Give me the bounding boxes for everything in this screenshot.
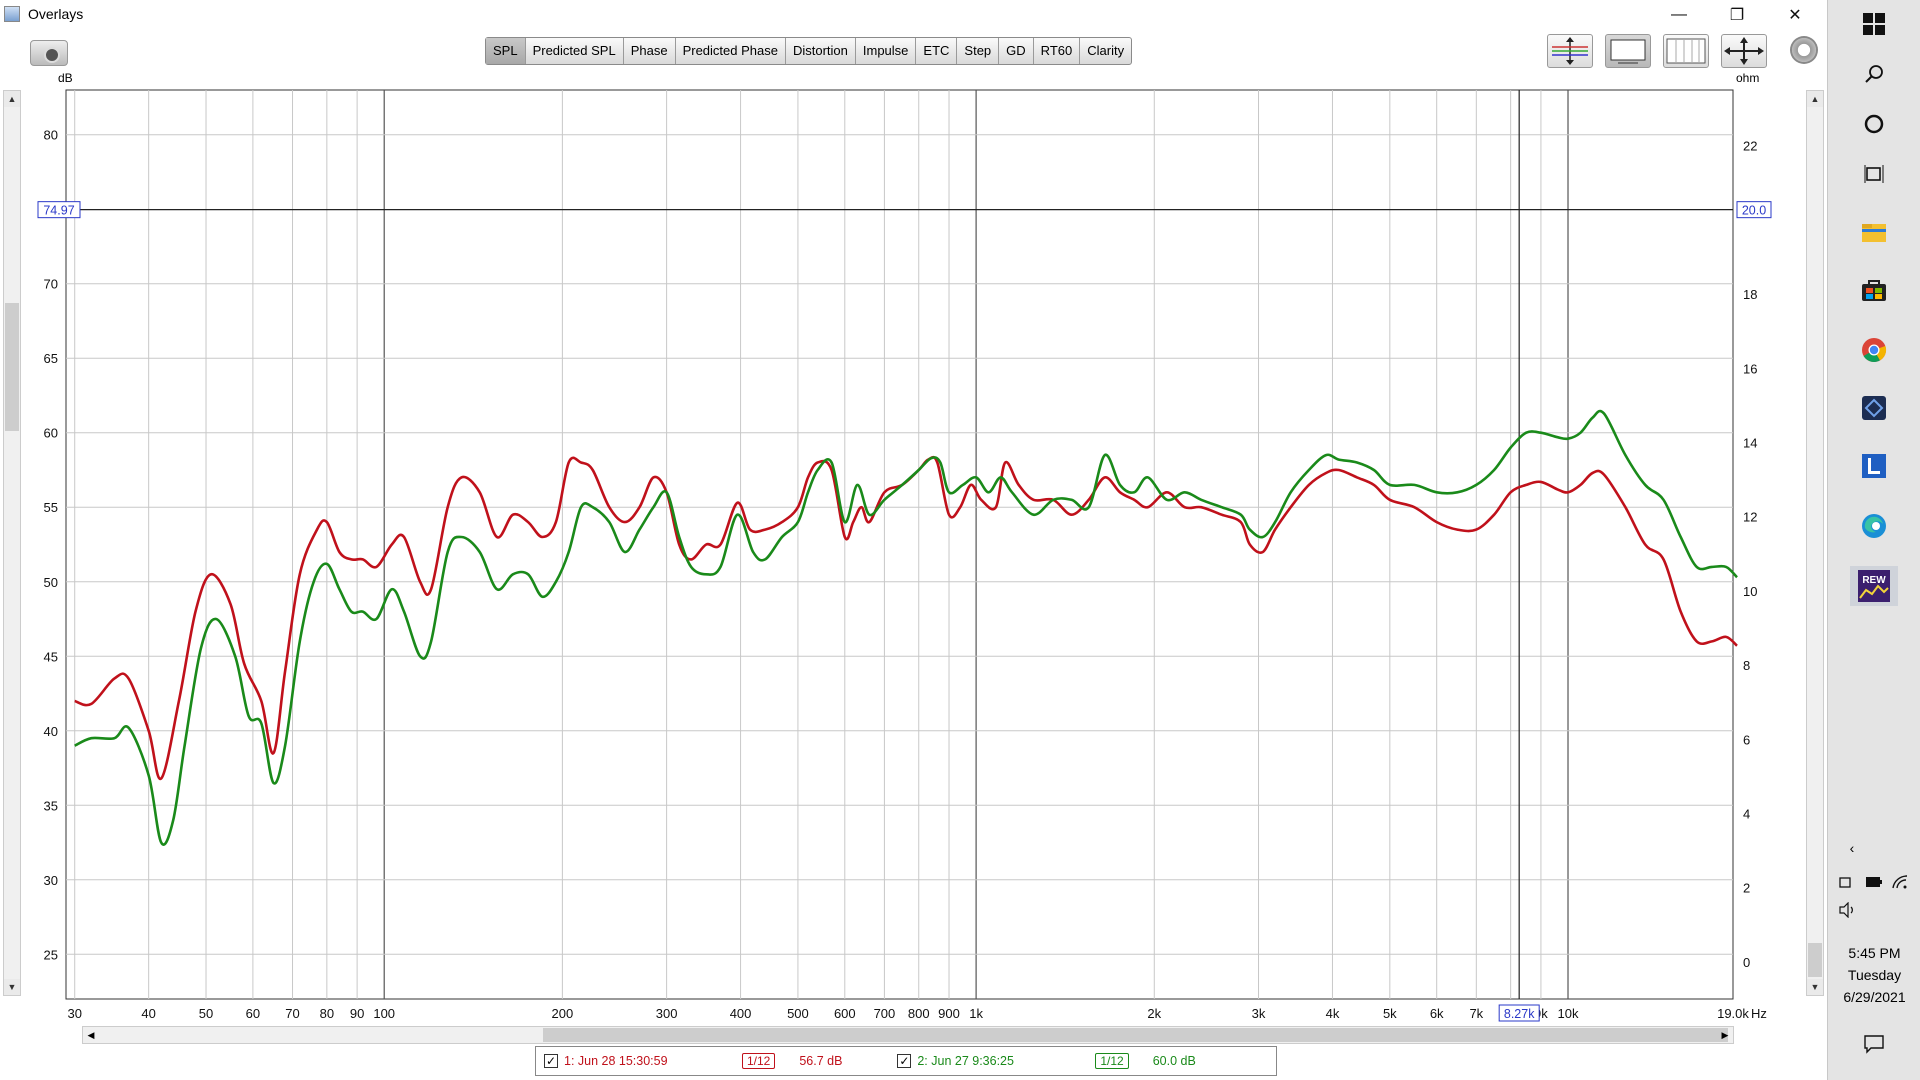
edge-icon[interactable]	[1858, 510, 1890, 542]
y-tick-label: 55	[44, 500, 58, 515]
trace-1-smoothing[interactable]: 1/12	[742, 1053, 776, 1069]
x-tick-label: 19.0k	[1717, 1006, 1749, 1021]
volume-icon[interactable]	[1836, 900, 1860, 920]
overlay-legend: ✓ 1: Jun 28 15:30:59 1/12 56.7 dB ✓ 2: J…	[535, 1046, 1277, 1076]
cortana-icon[interactable]	[1858, 108, 1890, 140]
task-view-icon[interactable]	[1858, 158, 1890, 190]
x-tick-label: 3k	[1252, 1006, 1266, 1021]
y2-tick-label: 4	[1743, 806, 1750, 821]
trace-1-checkbox[interactable]: ✓	[544, 1054, 558, 1068]
y2-tick-label: 10	[1743, 584, 1757, 599]
editor-icon[interactable]	[1858, 450, 1890, 482]
y-tick-label: 50	[44, 575, 58, 590]
y2-tick-label: 12	[1743, 510, 1757, 525]
cursor-freq-label: 8.27k	[1504, 1007, 1535, 1021]
cursor-level-label: 74.97	[43, 204, 74, 218]
search-icon[interactable]	[1858, 58, 1890, 90]
x-tick-label: 40	[141, 1006, 155, 1021]
chevron-left-icon[interactable]: ‹	[1842, 838, 1862, 858]
notification-icon[interactable]	[1858, 1028, 1890, 1060]
x-tick-label: 10k	[1558, 1006, 1579, 1021]
x-tick-label: 700	[874, 1006, 896, 1021]
x-tick-label: 80	[320, 1006, 334, 1021]
y-tick-label: 45	[44, 649, 58, 664]
x-tick-label: 500	[787, 1006, 809, 1021]
y2-tick-label: 22	[1743, 139, 1757, 154]
file-explorer-icon[interactable]	[1858, 216, 1890, 248]
scroll-thumb[interactable]	[543, 1028, 1728, 1042]
meet-now-icon[interactable]	[1836, 872, 1856, 892]
chrome-icon[interactable]	[1858, 334, 1890, 366]
clock-day: Tuesday	[1847, 967, 1902, 983]
x-tick-label: 300	[656, 1006, 678, 1021]
x-tick-label: 900	[938, 1006, 960, 1021]
x-tick-label: 1k	[969, 1006, 983, 1021]
y-tick-label: 60	[44, 426, 58, 441]
trace-2-checkbox[interactable]: ✓	[897, 1054, 912, 1068]
scroll-right-arrow[interactable]: ▶	[1717, 1027, 1733, 1043]
y-tick-label: 40	[44, 724, 58, 739]
battery-icon[interactable]	[1864, 872, 1884, 892]
taskbar: REW ‹ 5:45 PM Tuesday 6/29/2021	[1827, 0, 1920, 1080]
taskbar-clock[interactable]: 5:45 PM Tuesday 6/29/2021	[1828, 942, 1920, 1008]
store-icon[interactable]	[1858, 274, 1890, 306]
y2-tick-label: 16	[1743, 361, 1757, 376]
cursor-ohm-label: 20.0	[1742, 204, 1766, 218]
horizontal-scrollbar[interactable]: ◀ ▶	[82, 1026, 1734, 1044]
y-tick-label: 35	[44, 798, 58, 813]
trace-1-value: 56.7 dB	[799, 1054, 843, 1068]
x-tick-label: 60	[246, 1006, 260, 1021]
scroll-left-arrow[interactable]: ◀	[83, 1027, 99, 1043]
clock-time: 5:45 PM	[1848, 945, 1901, 961]
y2-tick-label: 8	[1743, 658, 1750, 673]
x-tick-label: 100	[373, 1006, 395, 1021]
wifi-icon[interactable]	[1890, 872, 1910, 892]
y2-tick-label: 0	[1743, 955, 1750, 970]
x-tick-label: 5k	[1383, 1006, 1397, 1021]
y2-tick-label: 6	[1743, 732, 1750, 747]
clock-date: 6/29/2021	[1843, 989, 1906, 1005]
y2-tick-label: 18	[1743, 287, 1757, 302]
x-tick-label: 600	[834, 1006, 856, 1021]
rew-icon[interactable]: REW	[1850, 566, 1898, 606]
x-tick-label: 400	[730, 1006, 752, 1021]
y-tick-label: 80	[44, 128, 58, 143]
x-tick-label: 50	[199, 1006, 213, 1021]
trace-2-name: 2: Jun 27 9:36:25	[917, 1054, 1014, 1068]
y-tick-label: 25	[44, 947, 58, 962]
x-tick-label: 7k	[1469, 1006, 1483, 1021]
trace-1-name: 1: Jun 28 15:30:59	[564, 1054, 668, 1068]
x-tick-label: 6k	[1430, 1006, 1444, 1021]
x-tick-label: 70	[285, 1006, 299, 1021]
trace-2-smoothing[interactable]: 1/12	[1095, 1053, 1129, 1069]
y2-tick-label: 2	[1743, 881, 1750, 896]
windows-start-icon[interactable]	[1858, 8, 1890, 40]
y-tick-label: 65	[44, 351, 58, 366]
trace-2-value: 60.0 dB	[1152, 1054, 1196, 1068]
overlays-window: Overlays — ❐ ✕ SPL Predicted SPL Phase Pred…	[0, 0, 1827, 1080]
plot-area	[65, 89, 1734, 1000]
x-tick-label: 30	[67, 1006, 81, 1021]
x-tick-label: 200	[552, 1006, 574, 1021]
y2-tick-label: 14	[1743, 435, 1757, 450]
y-tick-label: 70	[44, 277, 58, 292]
app-icon[interactable]	[1858, 392, 1890, 424]
svg-text:REW: REW	[1862, 575, 1886, 586]
x-axis-unit: Hz	[1751, 1006, 1767, 1021]
spl-chart[interactable]: 30 40 50 60 70 80 90 100 200 300 400 500 600 700 800 90…	[0, 0, 1827, 1024]
x-tick-label: 90	[350, 1006, 364, 1021]
x-tick-label: 800	[908, 1006, 930, 1021]
y-tick-label: 30	[44, 873, 58, 888]
x-tick-label: 2k	[1147, 1006, 1161, 1021]
x-tick-label: 4k	[1326, 1006, 1340, 1021]
